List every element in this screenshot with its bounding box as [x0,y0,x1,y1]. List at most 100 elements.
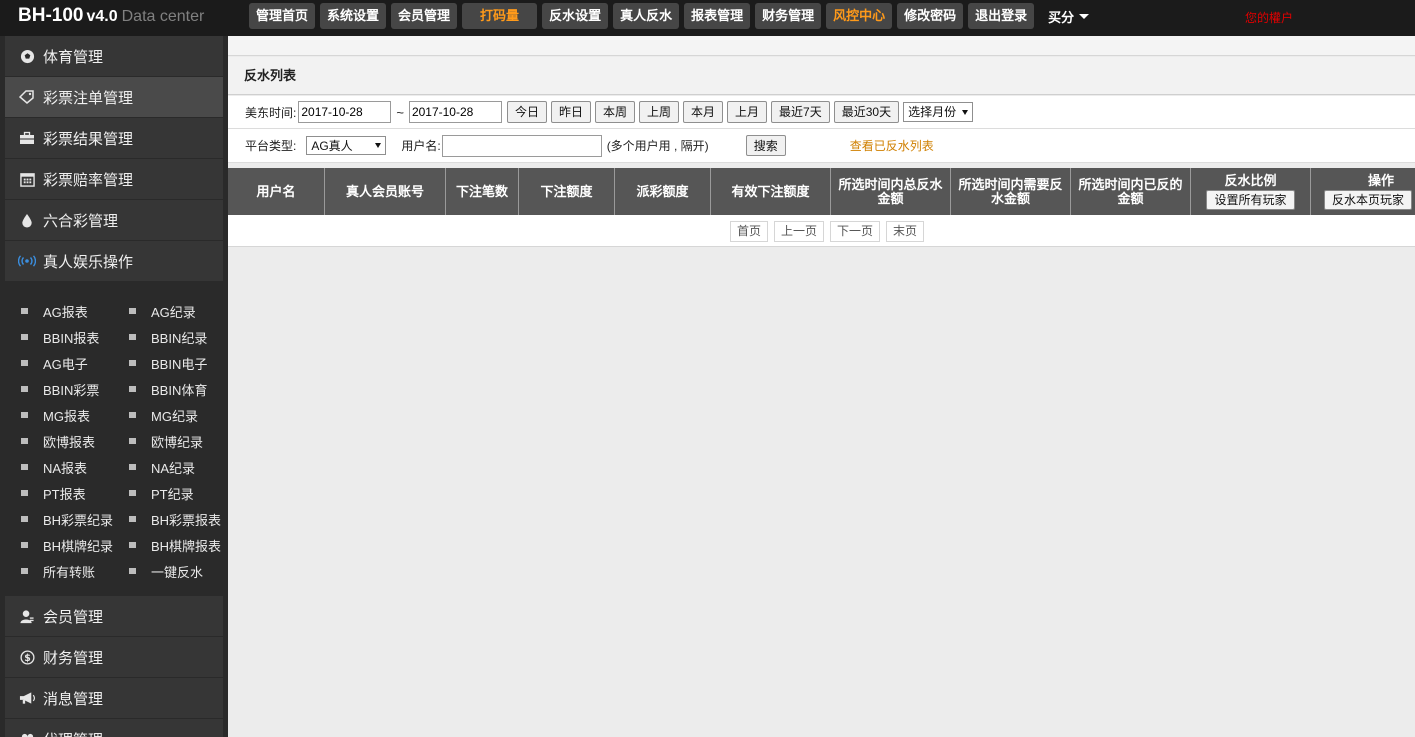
submenu-allbet-records[interactable]: 欧博纪录 [113,428,221,454]
live-casino-submenu: AG报表 AG纪录 BBIN报表 BBIN纪录 AG电子 BBIN电子 BBIN… [5,282,223,596]
sidebar-item-mark-six[interactable]: 六合彩管理 [5,200,223,240]
rebate-page-players-button[interactable]: 反水本页玩家 [1324,190,1413,210]
submenu-bbin-lottery[interactable]: BBIN彩票 [5,376,113,402]
nav-change-password[interactable]: 修改密码 [897,3,964,29]
view-rebated-list-link[interactable]: 查看已反水列表 [850,137,934,154]
this-month-button[interactable]: 本月 [683,101,724,123]
top-strip [228,36,1415,56]
username-input[interactable] [441,134,602,157]
yesterday-button[interactable]: 昨日 [550,101,591,123]
date-filter-row: 美东时间: ~ 今日 昨日 本周 上周 本月 上月 最近7天 最近30天 选择月… [228,96,1415,129]
column-header-actions: 操作 反水本页玩家 [1311,168,1415,215]
bullet-square-icon [21,516,28,522]
platform-select[interactable]: AG真人 [306,136,387,155]
submenu-label: AG电子 [43,356,88,372]
last-30-days-button[interactable]: 最近30天 [833,101,900,123]
panel-title: 反水列表 [228,57,1415,95]
submenu-mg-records[interactable]: MG纪录 [113,402,221,428]
dollar-icon: $ [18,649,36,665]
username-hint: (多个用户用 , 隔开) [606,139,709,153]
bullet-square-icon [129,438,136,444]
nav-home[interactable]: 管理首页 [249,3,316,29]
sidebar-item-lottery-bets[interactable]: 彩票注单管理 [5,77,223,117]
start-date-input[interactable] [298,101,392,123]
drop-icon [18,213,36,228]
submenu-na-records[interactable]: NA纪录 [113,454,221,480]
sidebar-item-messages[interactable]: 消息管理 [5,678,223,718]
prev-page-button[interactable]: 上一页 [774,221,825,242]
submenu-bh-lottery-records[interactable]: BH彩票纪录 [5,506,113,532]
bullet-square-icon [21,308,28,314]
bullet-square-icon [129,412,136,418]
today-button[interactable]: 今日 [506,101,547,123]
submenu-bbin-records[interactable]: BBIN纪录 [113,324,221,350]
nav-report-management[interactable]: 报表管理 [684,3,751,29]
pagination-row: 首页 上一页 下一页 末页 [228,215,1415,247]
column-header-payout-amount: 派彩额度 [615,168,711,215]
nav-system-settings[interactable]: 系统设置 [320,3,387,29]
submenu-bbin-electronic[interactable]: BBIN电子 [113,350,221,376]
end-date-input[interactable] [408,101,502,123]
nav-rebate-settings[interactable]: 反水设置 [542,3,609,29]
month-select-value: 选择月份 [908,105,957,119]
nav-finance-management[interactable]: 财务管理 [755,3,822,29]
submenu-bh-chess-report[interactable]: BH棋牌报表 [113,532,221,558]
column-header-paid-rebate: 所选时间内已反的金额 [1071,168,1191,215]
column-header-needed-rebate: 所选时间内需要反水金额 [951,168,1071,215]
sidebar-item-live-casino[interactable]: 真人娱乐操作 [5,241,223,281]
sidebar-item-lottery-results[interactable]: 彩票结果管理 [5,118,223,158]
submenu-ag-records[interactable]: AG纪录 [113,298,221,324]
brand-logo[interactable]: BH-100 v4.0 Data center [18,5,204,27]
nav-risk-center[interactable]: 风控中心 [826,3,893,29]
last-week-button[interactable]: 上周 [638,101,679,123]
soccer-ball-icon [18,49,36,64]
nav-live-rebate[interactable]: 真人反水 [613,3,680,29]
last-7-days-button[interactable]: 最近7天 [771,101,830,123]
last-page-button[interactable]: 末页 [886,221,925,242]
nav-logout[interactable]: 退出登录 [968,3,1035,29]
submenu-one-click-rebate[interactable]: 一键反水 [113,558,221,584]
submenu-ag-electronic[interactable]: AG电子 [5,350,113,376]
set-all-players-button[interactable]: 设置所有玩家 [1206,190,1295,210]
submenu-bh-lottery-report[interactable]: BH彩票报表 [113,506,221,532]
last-month-button[interactable]: 上月 [727,101,768,123]
submenu-bh-chess-records[interactable]: BH棋牌纪录 [5,532,113,558]
sidebar-item-finance[interactable]: $ 财务管理 [5,637,223,677]
account-alert[interactable]: 您的權户 [1245,9,1293,26]
sidebar-item-lottery-odds[interactable]: 彩票赔率管理 [5,159,223,199]
sidebar-item-label: 彩票结果管理 [43,130,134,148]
first-page-button[interactable]: 首页 [730,221,769,242]
sidebar-item-members[interactable]: 会员管理 [5,596,223,636]
submenu-pt-records[interactable]: PT纪录 [113,480,221,506]
month-select[interactable]: 选择月份 [903,102,974,122]
buy-points-dropdown[interactable]: 买分 [1048,7,1090,26]
next-page-button[interactable]: 下一页 [830,221,881,242]
sidebar-item-agents[interactable]: 代理管理 [5,719,223,737]
search-button[interactable]: 搜索 [745,135,786,156]
top-nav: 管理首页 系统设置 会员管理 打码量 反水设置 真人反水 报表管理 财务管理 风… [249,3,1090,29]
submenu-mg-report[interactable]: MG报表 [5,402,113,428]
submenu-allbet-report[interactable]: 欧博报表 [5,428,113,454]
column-header-username: 用户名 [228,168,325,215]
nav-betting-volume[interactable]: 打码量 [462,3,538,29]
sidebar: 体育管理 彩票注单管理 彩票结果管理 彩票赔率管理 六合彩管理 真人娱乐操作 A… [0,36,228,737]
bullet-square-icon [129,568,136,574]
submenu-pt-report[interactable]: PT报表 [5,480,113,506]
bullet-square-icon [129,334,136,340]
this-week-button[interactable]: 本周 [594,101,635,123]
svg-text:$: $ [24,653,31,664]
users-icon [18,732,36,737]
submenu-bbin-report[interactable]: BBIN报表 [5,324,113,350]
bullet-square-icon [21,334,28,340]
submenu-ag-report[interactable]: AG报表 [5,298,113,324]
submenu-all-transfers[interactable]: 所有转账 [5,558,113,584]
bullet-square-icon [21,386,28,392]
submenu-na-report[interactable]: NA报表 [5,454,113,480]
briefcase-icon [18,131,36,145]
sidebar-item-sports[interactable]: 体育管理 [5,36,223,76]
nav-member-management[interactable]: 会员管理 [391,3,458,29]
submenu-bbin-sports[interactable]: BBIN体育 [113,376,221,402]
brand-name: BH-100 [18,5,84,26]
main-content: 反水列表 美东时间: ~ 今日 昨日 本周 上周 本月 上月 最近7天 最近30… [228,36,1415,737]
submenu-label: BH棋牌报表 [151,538,222,554]
